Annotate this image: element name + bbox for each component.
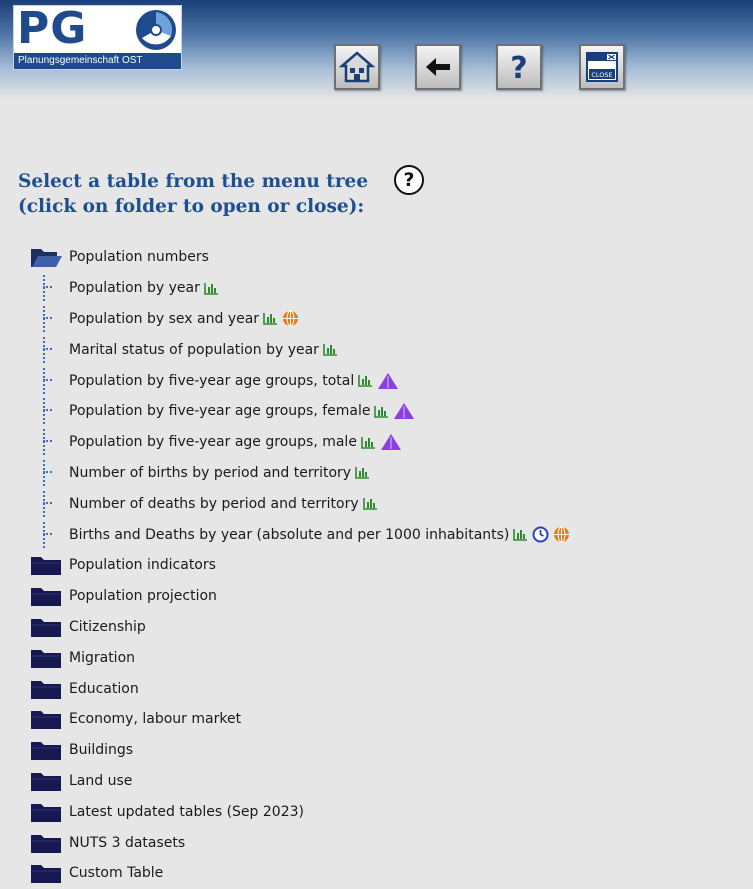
logo-letters: PG [17, 3, 88, 54]
folder-closed-icon [31, 649, 61, 668]
bar-chart-icon[interactable] [362, 497, 378, 511]
tree-connector [40, 366, 53, 396]
folder-closed-icon [31, 618, 61, 637]
home-icon [339, 51, 375, 83]
folder-label: Land use [69, 772, 133, 789]
tree-item[interactable]: Marital status of population by year [30, 334, 750, 365]
heading-line-1: Select a table from the menu tree [18, 171, 369, 192]
folder-closed-icon [31, 772, 61, 791]
folder-label: Population indicators [69, 557, 216, 574]
tree-item-label[interactable]: Population by year [69, 280, 200, 296]
bar-chart-icon[interactable] [263, 312, 278, 326]
folder-closed-icon [31, 711, 61, 730]
bar-chart-icon[interactable] [323, 343, 338, 357]
page-heading: Select a table from the menu tree (click… [18, 169, 368, 219]
tree-folder-closed[interactable]: NUTS 3 datasets [30, 827, 750, 858]
folder-label: Education [69, 680, 139, 697]
tree-folder-open[interactable]: Population numbers [30, 242, 750, 273]
pyramid-icon[interactable] [380, 433, 402, 451]
folder-label: Population numbers [69, 249, 209, 266]
tree-folder-closed[interactable]: Economy, labour market [30, 704, 750, 735]
folder-label: NUTS 3 datasets [69, 834, 186, 851]
header-bar: PG Planungsgemeinschaft OST ? CLOSE [0, 0, 753, 100]
clock-icon[interactable] [532, 526, 549, 543]
tree-item[interactable]: Number of births by period and territory [30, 458, 750, 489]
svg-text:?: ? [510, 51, 527, 85]
folder-closed-icon [31, 557, 61, 576]
folder-label: Population projection [69, 588, 217, 605]
tree-item-label[interactable]: Population by sex and year [69, 311, 259, 327]
tree-item-label[interactable]: Population by five-year age groups, tota… [69, 373, 354, 389]
folder-label: Custom Table [69, 865, 164, 882]
tree-item-label[interactable]: Population by five-year age groups, fema… [69, 403, 370, 419]
tree-item[interactable]: Number of deaths by period and territory [30, 488, 750, 519]
tree-item[interactable]: Population by sex and year [30, 304, 750, 335]
tree-folder-closed[interactable]: Buildings [30, 735, 750, 766]
folder-label: Buildings [69, 742, 134, 759]
tree-connector [40, 273, 53, 303]
folder-closed-icon [31, 680, 61, 699]
bar-chart-icon[interactable] [355, 466, 370, 480]
tree-item[interactable]: Population by five-year age groups, tota… [30, 365, 750, 396]
tree-connector [40, 396, 53, 426]
tree-connector [40, 427, 53, 457]
bar-chart-icon[interactable] [374, 405, 389, 418]
close-window-icon: CLOSE [586, 52, 618, 82]
pyramid-icon[interactable] [377, 372, 399, 390]
tree-item[interactable]: Population by five-year age groups, male [30, 427, 750, 458]
folder-label: Economy, labour market [69, 711, 242, 728]
pg-logo[interactable]: PG Planungsgemeinschaft OST [13, 5, 182, 70]
tree-item-label[interactable]: Marital status of population by year [69, 342, 319, 358]
bar-chart-icon[interactable] [358, 374, 373, 387]
question-icon: ? [510, 51, 527, 85]
tree-folder-closed[interactable]: Migration [30, 642, 750, 673]
help-button[interactable]: ? [496, 44, 542, 90]
folder-closed-icon [31, 588, 61, 607]
svg-text:CLOSE: CLOSE [591, 71, 612, 79]
folder-closed-icon [31, 742, 61, 761]
tree-connector [40, 520, 53, 550]
home-button[interactable] [334, 44, 380, 90]
tree-folder-closed[interactable]: Population indicators [30, 550, 750, 581]
tree-connector [40, 335, 53, 365]
tree-item[interactable]: Births and Deaths by year (absolute and … [30, 519, 750, 550]
folder-label: Migration [69, 649, 136, 666]
tree-item-label[interactable]: Number of deaths by period and territory [69, 496, 359, 512]
folder-closed-icon [31, 834, 61, 853]
logo-subtitle: Planungsgemeinschaft OST [14, 53, 181, 69]
folder-label: Latest updated tables (Sep 2023) [69, 803, 304, 820]
tree-folder-closed[interactable]: Population projection [30, 581, 750, 612]
heading-help-icon[interactable]: ? [394, 165, 424, 195]
tree-folder-closed[interactable]: Education [30, 673, 750, 704]
tree-connector [40, 304, 53, 334]
tree-item[interactable]: Population by year [30, 273, 750, 304]
tree-folder-closed[interactable]: Land use [30, 766, 750, 797]
menu-tree: Population numbers Population by year Popu… [30, 242, 750, 889]
bar-chart-icon[interactable] [361, 436, 376, 449]
tree-item-label[interactable]: Population by five-year age groups, male [69, 434, 357, 450]
folder-open-icon [31, 249, 62, 268]
close-button[interactable]: CLOSE [579, 44, 625, 90]
logo-mark-icon [136, 10, 176, 50]
tree-folder-closed[interactable]: Citizenship [30, 612, 750, 643]
tree-item-label[interactable]: Number of births by period and territory [69, 465, 351, 481]
bar-chart-icon[interactable] [204, 282, 219, 295]
globe-icon[interactable] [553, 526, 570, 543]
folder-label: Citizenship [69, 618, 146, 635]
folder-closed-icon [31, 803, 61, 822]
back-arrow-icon [426, 58, 450, 76]
tree-folder-closed[interactable]: Custom Table [30, 858, 750, 889]
back-button[interactable] [415, 44, 461, 90]
tree-item[interactable]: Population by five-year age groups, fema… [30, 396, 750, 427]
tree-connector [40, 458, 53, 488]
tree-folder-closed[interactable]: Latest updated tables (Sep 2023) [30, 796, 750, 827]
globe-icon[interactable] [282, 310, 299, 328]
tree-connector [40, 489, 53, 519]
pyramid-icon[interactable] [393, 402, 415, 420]
tree-item-label[interactable]: Births and Deaths by year (absolute and … [69, 527, 509, 543]
heading-line-2: (click on folder to open or close): [18, 196, 365, 217]
bar-chart-icon[interactable] [513, 528, 528, 541]
